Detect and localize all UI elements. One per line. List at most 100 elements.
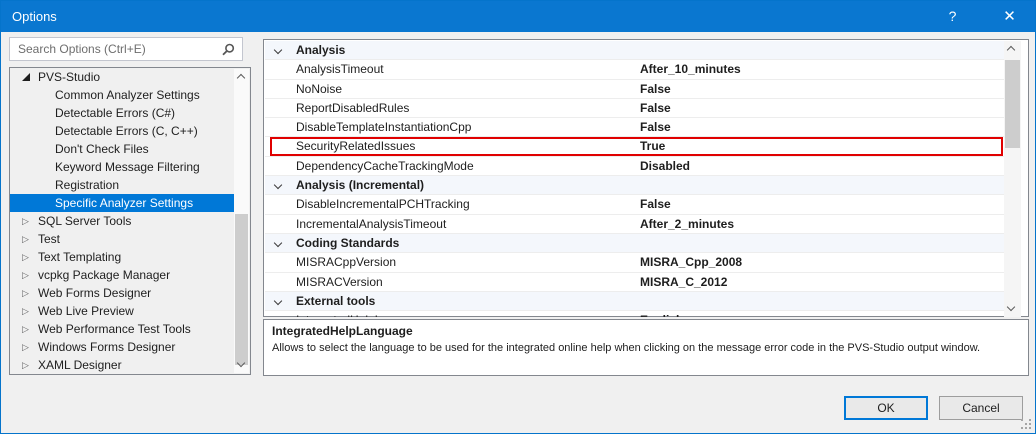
tree-item-label: Registration <box>10 176 119 194</box>
sidebar-item-web-forms-designer[interactable]: ▷ Web Forms Designer <box>10 284 234 302</box>
property-name: IntegratedHelpLanguage <box>296 311 428 317</box>
tree-collapse-icon[interactable] <box>22 73 30 81</box>
sidebar-item-sql-server-tools[interactable]: ▷ SQL Server Tools <box>10 212 234 230</box>
category-label: External tools <box>296 292 375 311</box>
tree-expand-icon[interactable]: ▷ <box>22 302 29 320</box>
window-title: Options <box>12 1 57 32</box>
sidebar-item-dont-check-files[interactable]: Don't Check Files <box>10 140 234 158</box>
close-icon[interactable]: ✕ <box>987 1 1032 32</box>
property-value[interactable]: After_10_minutes <box>640 60 741 79</box>
sidebar-item-keyword-message-filtering[interactable]: Keyword Message Filtering <box>10 158 234 176</box>
property-value[interactable]: Disabled <box>640 157 690 176</box>
property-value[interactable]: False <box>640 80 671 99</box>
property-row-incrementalanalysistimeout[interactable]: IncrementalAnalysisTimeout After_2_minut… <box>265 215 1005 234</box>
sidebar-item-vcpkg-package-manager[interactable]: ▷ vcpkg Package Manager <box>10 266 234 284</box>
property-row-integratedhelplanguage[interactable]: IntegratedHelpLanguage English <box>265 311 1005 317</box>
sidebar-item-registration[interactable]: Registration <box>10 176 234 194</box>
property-name: IncrementalAnalysisTimeout <box>296 215 446 234</box>
property-value[interactable]: After_2_minutes <box>640 215 734 234</box>
property-row-nonoise[interactable]: NoNoise False <box>265 80 1005 99</box>
tree-expand-icon[interactable]: ▷ <box>22 338 29 356</box>
tree-scrollbar[interactable] <box>234 69 249 373</box>
category-collapse-icon[interactable] <box>274 181 282 189</box>
property-row-analysistimeout[interactable]: AnalysisTimeout After_10_minutes <box>265 60 1005 79</box>
sidebar-item-detectable-errors-cpp[interactable]: Detectable Errors (C, C++) <box>10 122 234 140</box>
sidebar-item-windows-forms-designer[interactable]: ▷ Windows Forms Designer <box>10 338 234 356</box>
tree-expand-icon[interactable]: ▷ <box>22 320 29 338</box>
property-value[interactable]: False <box>640 195 671 214</box>
grid-scrollbar[interactable] <box>1004 41 1021 317</box>
category-row-coding-standards[interactable]: Coding Standards <box>265 234 1005 253</box>
scroll-down-icon[interactable] <box>1007 303 1015 311</box>
cancel-button[interactable]: Cancel <box>939 396 1023 420</box>
property-name: SecurityRelatedIssues <box>296 137 415 156</box>
property-value[interactable]: MISRA_C_2012 <box>640 273 727 292</box>
sidebar-item-common-analyzer-settings[interactable]: Common Analyzer Settings <box>10 86 234 104</box>
sidebar-item-detectable-errors-csharp[interactable]: Detectable Errors (C#) <box>10 104 234 122</box>
category-row-analysis-incremental[interactable]: Analysis (Incremental) <box>265 176 1005 195</box>
sidebar-item-pvs-studio[interactable]: PVS-Studio <box>10 68 234 86</box>
tree-item-label: Detectable Errors (C, C++) <box>10 122 198 140</box>
tree-item-label: Don't Check Files <box>10 140 149 158</box>
ok-button[interactable]: OK <box>844 396 928 420</box>
property-row-reportdisabledrules[interactable]: ReportDisabledRules False <box>265 99 1005 118</box>
property-name: MISRACVersion <box>296 273 383 292</box>
description-text: Allows to select the language to be used… <box>272 341 1017 357</box>
search-box <box>9 37 243 61</box>
property-value[interactable]: MISRA_Cpp_2008 <box>640 253 742 272</box>
sidebar-item-test[interactable]: ▷ Test <box>10 230 234 248</box>
property-name: NoNoise <box>296 80 342 99</box>
property-row-securityrelatedissues[interactable]: SecurityRelatedIssues True <box>265 137 1005 156</box>
tree-expand-icon[interactable]: ▷ <box>22 248 29 266</box>
scroll-up-icon[interactable] <box>1007 46 1015 54</box>
property-grid: Analysis AnalysisTimeout After_10_minute… <box>263 39 1029 317</box>
tree-expand-icon[interactable]: ▷ <box>22 212 29 230</box>
sidebar-item-web-live-preview[interactable]: ▷ Web Live Preview <box>10 302 234 320</box>
tree-expand-icon[interactable]: ▷ <box>22 284 29 302</box>
category-collapse-icon[interactable] <box>274 239 282 247</box>
property-value[interactable]: False <box>640 118 671 137</box>
property-value[interactable]: English <box>640 311 683 317</box>
sidebar-item-specific-analyzer-settings[interactable]: Specific Analyzer Settings <box>10 194 234 212</box>
tree-expand-icon[interactable]: ▷ <box>22 266 29 284</box>
tree-item-label: Windows Forms Designer <box>10 338 175 356</box>
category-label: Analysis <box>296 41 345 60</box>
property-grid-rows: Analysis AnalysisTimeout After_10_minute… <box>265 41 1005 317</box>
tree-item-label: Test <box>10 230 60 248</box>
tree-item-label: vcpkg Package Manager <box>10 266 170 284</box>
description-panel: IntegratedHelpLanguage Allows to select … <box>263 319 1029 376</box>
sidebar-item-text-templating[interactable]: ▷ Text Templating <box>10 248 234 266</box>
resize-grip-icon[interactable] <box>1021 419 1031 429</box>
category-collapse-icon[interactable] <box>274 46 282 54</box>
property-row-misracversion[interactable]: MISRACVersion MISRA_C_2012 <box>265 273 1005 292</box>
tree-item-label: Keyword Message Filtering <box>10 158 200 176</box>
title-bar: Options ? ✕ <box>1 1 1035 32</box>
property-row-disableincrementalpchtracking[interactable]: DisableIncrementalPCHTracking False <box>265 195 1005 214</box>
tree-expand-icon[interactable]: ▷ <box>22 230 29 248</box>
tree-item-label: Common Analyzer Settings <box>10 86 200 104</box>
scroll-up-icon[interactable] <box>237 74 245 82</box>
sidebar-item-web-performance-test-tools[interactable]: ▷ Web Performance Test Tools <box>10 320 234 338</box>
tree-scrollbar-thumb[interactable] <box>235 214 248 365</box>
category-label: Analysis (Incremental) <box>296 176 424 195</box>
options-dialog: Options ? ✕ PVS-Studio Common Analyzer S… <box>0 0 1036 434</box>
property-row-dependencycachetrackingmode[interactable]: DependencyCacheTrackingMode Disabled <box>265 157 1005 176</box>
property-value[interactable]: True <box>640 137 665 156</box>
category-row-external-tools[interactable]: External tools <box>265 292 1005 311</box>
category-row-analysis[interactable]: Analysis <box>265 41 1005 60</box>
tree-item-label: Web Forms Designer <box>10 284 151 302</box>
property-row-misracppversion[interactable]: MISRACppVersion MISRA_Cpp_2008 <box>265 253 1005 272</box>
grid-scrollbar-thumb[interactable] <box>1005 60 1020 148</box>
property-name: DisableTemplateInstantiationCpp <box>296 118 471 137</box>
tree-item-label: Detectable Errors (C#) <box>10 104 175 122</box>
property-name: ReportDisabledRules <box>296 99 409 118</box>
search-icon[interactable] <box>222 43 235 56</box>
description-title: IntegratedHelpLanguage <box>272 324 1020 338</box>
sidebar-item-xaml-designer[interactable]: ▷ XAML Designer <box>10 356 234 374</box>
property-row-disabletemplateinstantiationcpp[interactable]: DisableTemplateInstantiationCpp False <box>265 118 1005 137</box>
property-value[interactable]: False <box>640 99 671 118</box>
category-collapse-icon[interactable] <box>274 297 282 305</box>
tree-expand-icon[interactable]: ▷ <box>22 356 29 374</box>
search-input[interactable] <box>10 38 216 60</box>
help-icon[interactable]: ? <box>930 1 975 32</box>
